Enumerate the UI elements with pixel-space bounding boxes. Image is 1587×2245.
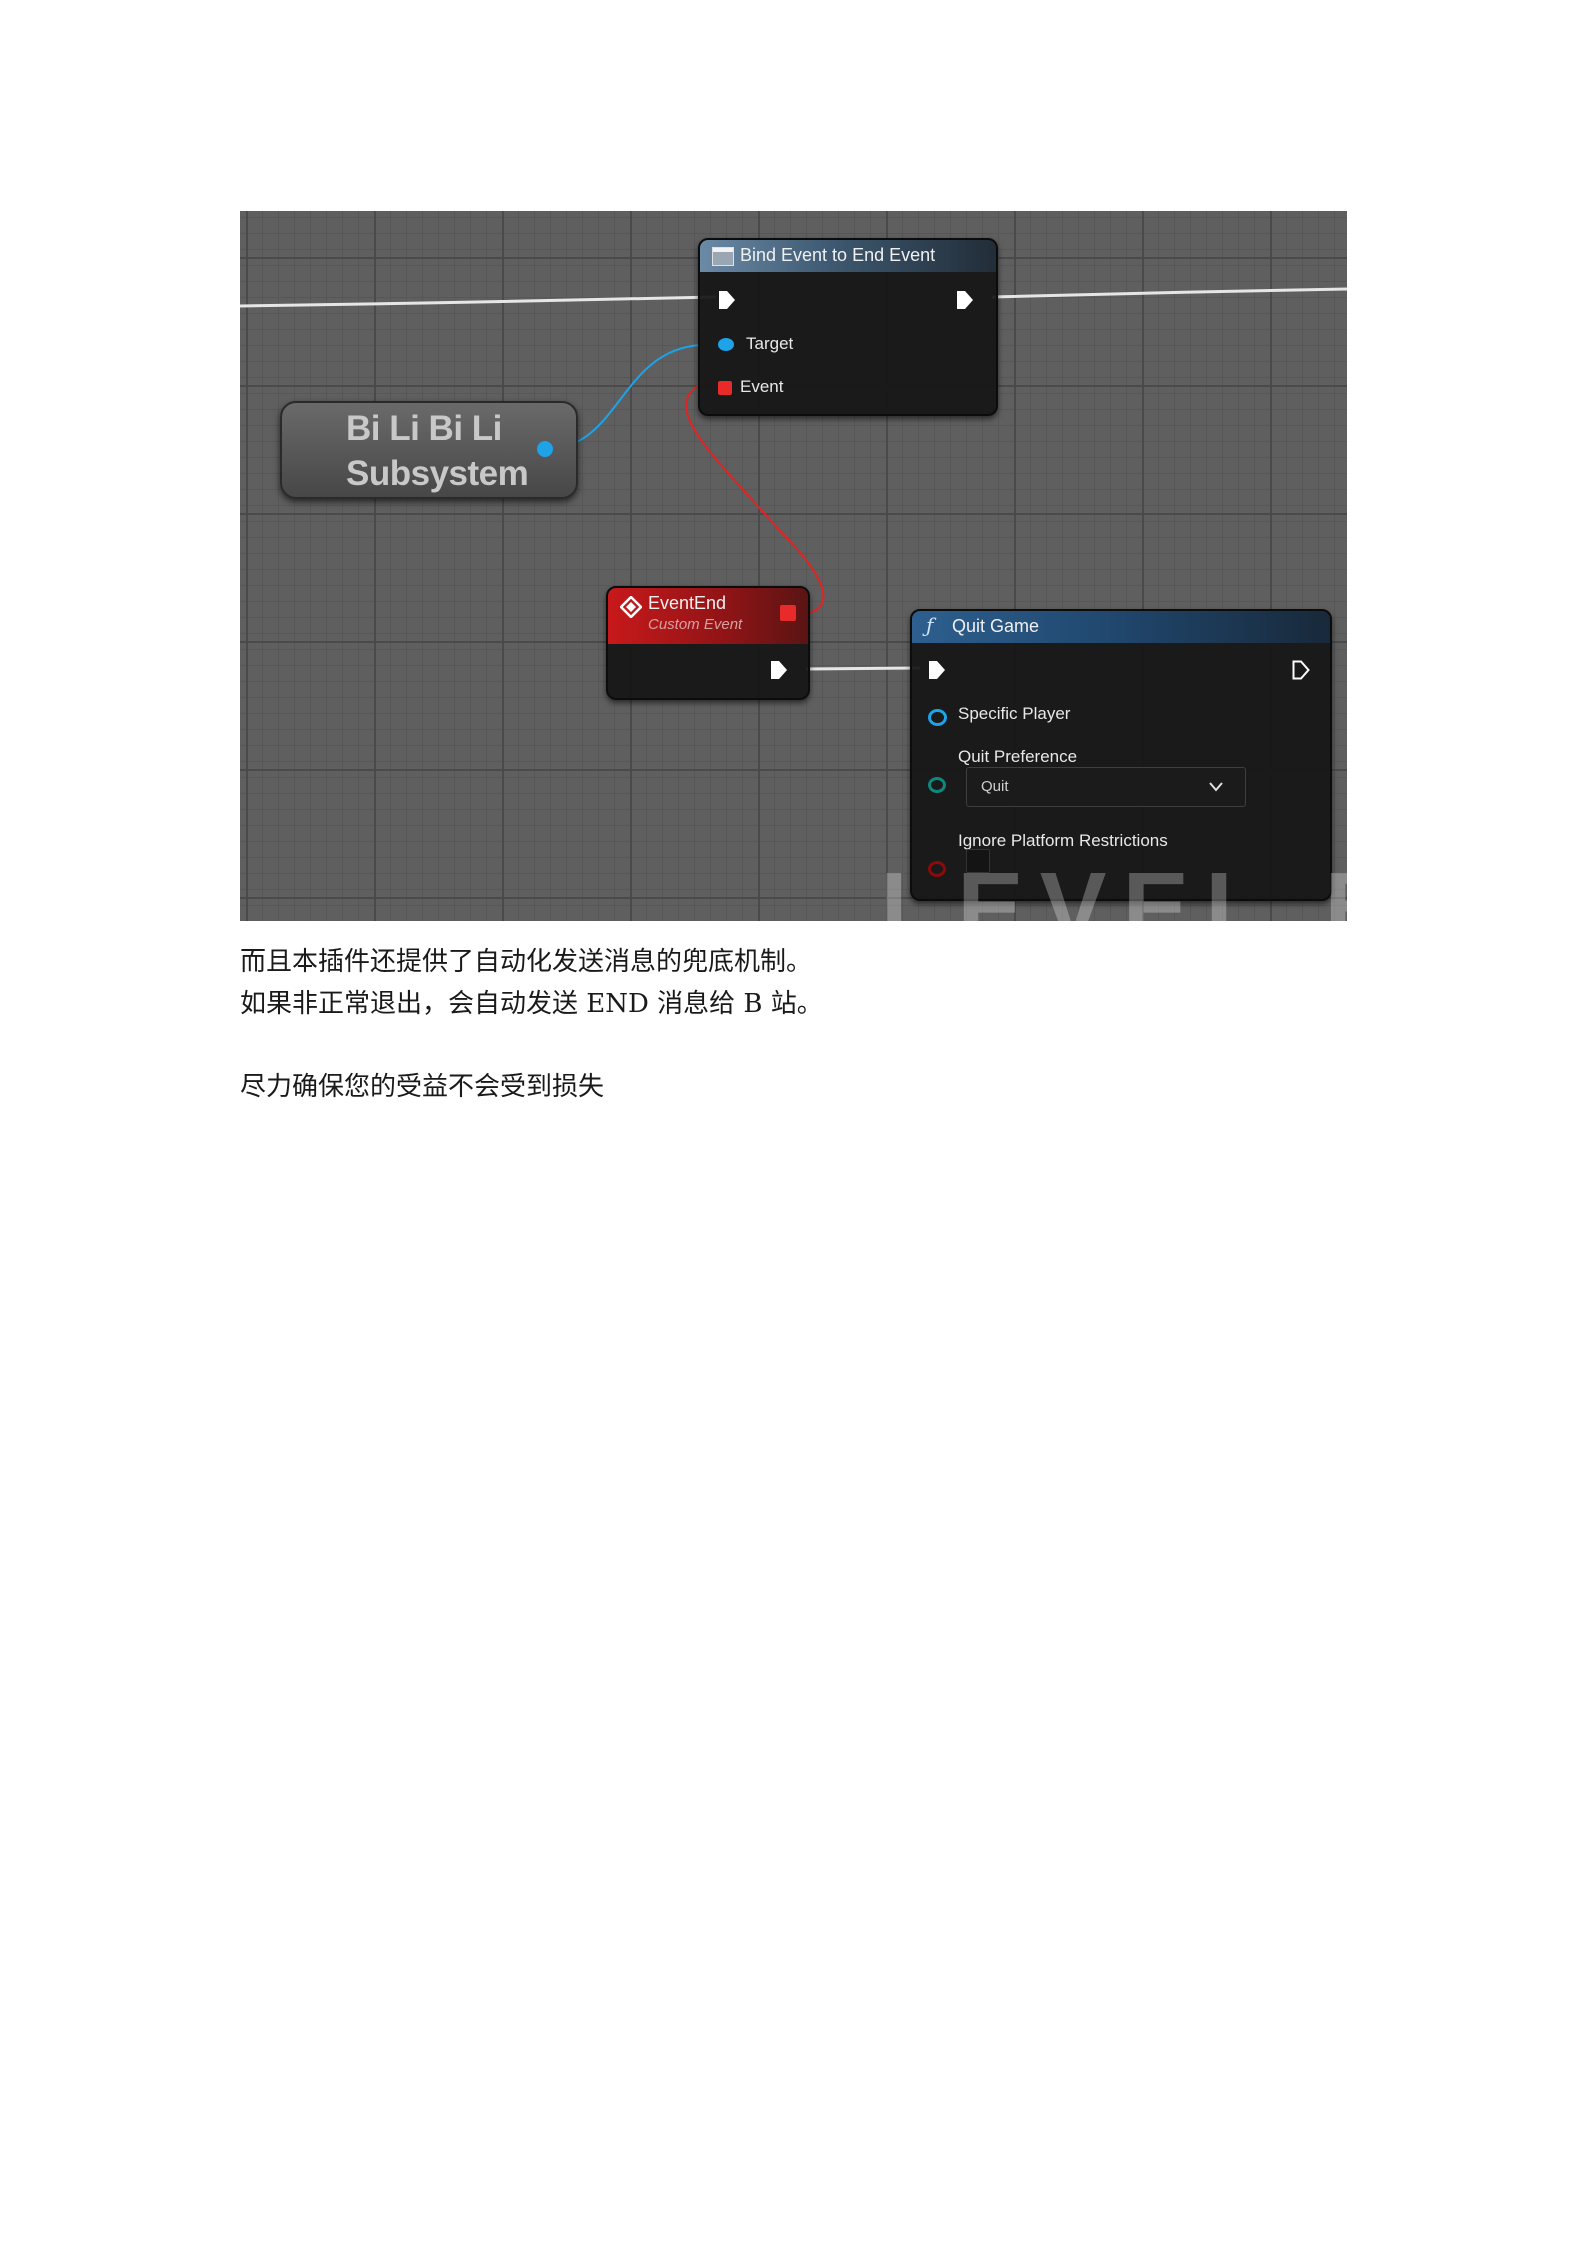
- subsystem-node[interactable]: Bi Li Bi Li Subsystem: [280, 401, 578, 499]
- doc-paragraph-3: 尽力确保您的受益不会受到损失: [240, 1072, 605, 1102]
- level-blueprint-watermark: LEVEL BLU: [880, 852, 1347, 921]
- specific-player-label: Specific Player: [958, 704, 1071, 723]
- doc-paragraph-2: 如果非正常退出，会自动发送 END 消息给 B 站。: [240, 989, 823, 1019]
- bind-event-node-title: Bind Event to End Event: [740, 245, 936, 265]
- quit-preference-pin[interactable]: [928, 777, 946, 793]
- event-pin[interactable]: [718, 381, 732, 395]
- exec-wire-in: [240, 295, 717, 308]
- bind-event-node-header: Bind Event to End Event: [700, 240, 996, 272]
- event-delegate-pin[interactable]: [780, 605, 796, 621]
- target-pin-label: Target: [746, 334, 794, 353]
- quit-preference-dropdown[interactable]: Quit: [966, 767, 1246, 807]
- quit-exec-out-pin[interactable]: [1292, 660, 1310, 680]
- exec-wire-quit: [805, 666, 921, 671]
- exec-in-pin[interactable]: [718, 290, 736, 310]
- target-pin[interactable]: [718, 338, 734, 351]
- bind-event-node[interactable]: Bind Event to End Event Target Event: [698, 238, 998, 416]
- quit-game-title: Quit Game: [952, 616, 1040, 636]
- quit-preference-label: Quit Preference: [958, 747, 1078, 766]
- ignore-platform-label: Ignore Platform Restrictions: [958, 831, 1168, 850]
- chevron-down-icon: [1209, 782, 1223, 792]
- subsystem-output-pin[interactable]: [537, 441, 553, 457]
- bind-event-icon: [712, 247, 734, 266]
- subsystem-node-title: Bi Li Bi Li Subsystem: [346, 409, 529, 493]
- exec-out-pin[interactable]: [956, 290, 974, 310]
- specific-player-pin[interactable]: [928, 709, 947, 726]
- blueprint-graph-screenshot: Bi Li Bi Li Subsystem Bind Event to End …: [240, 211, 1347, 921]
- quit-game-node-header: Quit Game: [912, 611, 1330, 643]
- event-pin-label: Event: [740, 377, 784, 396]
- doc-paragraph-1: 而且本插件还提供了自动化发送消息的兜底机制。: [240, 947, 813, 977]
- custom-event-node[interactable]: EventEnd Custom Event: [606, 586, 810, 700]
- event-exec-out-pin[interactable]: [770, 660, 788, 680]
- quit-preference-value: Quit: [981, 778, 1009, 795]
- exec-wire-out: [991, 287, 1347, 299]
- event-diamond-icon: [620, 596, 642, 618]
- function-icon: ƒ: [926, 613, 934, 637]
- quit-exec-in-pin[interactable]: [928, 660, 946, 680]
